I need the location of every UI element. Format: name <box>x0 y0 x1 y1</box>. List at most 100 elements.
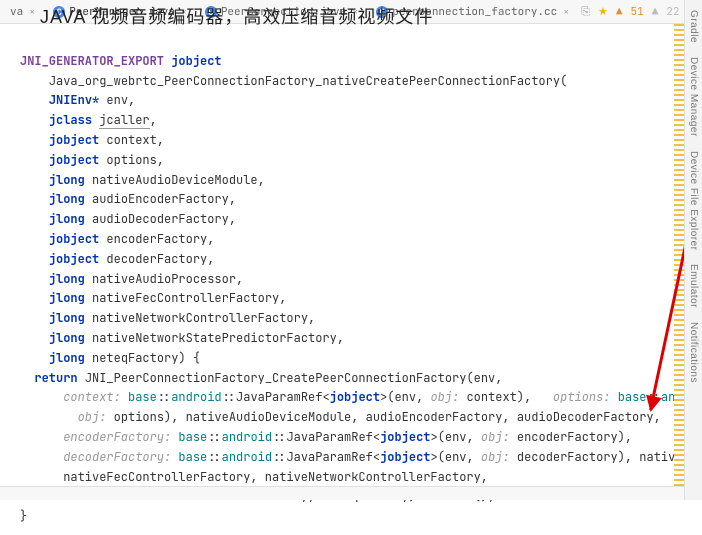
tab-peermanager[interactable]: C PeerManager.java × <box>47 3 193 21</box>
code-token: obj: <box>430 389 459 405</box>
panel-emulator[interactable]: Emulator <box>686 258 701 314</box>
code-token: nativeAudioDeviceModule <box>92 172 258 188</box>
code-token: nativeFecControllerFactory <box>92 290 279 306</box>
star-icon[interactable]: ★ <box>598 5 608 19</box>
code-token: >(env, <box>380 389 430 405</box>
code-token: return <box>34 370 77 386</box>
class-icon: C <box>53 6 65 18</box>
code-token: base <box>178 429 207 445</box>
code-token: nativeAudioProcessor <box>92 271 236 287</box>
code-token: jobject <box>171 53 221 69</box>
code-token: decoderFactory: <box>63 449 171 465</box>
code-token: >(env, <box>430 449 480 465</box>
code-token: jlong <box>49 271 85 287</box>
code-token: nativeFecControllerFactory, nativeNetwor… <box>63 469 488 485</box>
info-count[interactable]: 22 <box>666 5 679 19</box>
code-token: ::JavaParamRef< <box>272 449 380 465</box>
code-token: , <box>279 290 286 306</box>
code-token: obj: <box>481 429 510 445</box>
code-token: jlong <box>49 172 85 188</box>
code-editor[interactable]: JNI_GENERATOR_EXPORT jobject Java_org_we… <box>0 24 702 535</box>
code-token: >(env, <box>430 429 480 445</box>
code-token: jlong <box>49 330 85 346</box>
warn-count[interactable]: 51 <box>631 5 644 19</box>
code-token: ::JavaParamRef< <box>222 389 330 405</box>
close-icon[interactable]: × <box>563 5 569 18</box>
code-token: nativeNetworkControllerFactory <box>92 310 308 326</box>
panel-device-manager[interactable]: Device Manager <box>686 51 701 143</box>
code-token: audioDecoderFactory <box>92 211 229 227</box>
code-token: jcaller <box>99 112 149 129</box>
code-token: base <box>618 389 647 405</box>
status-bar <box>0 486 684 500</box>
code-token: ( <box>560 73 567 89</box>
code-token: obj: <box>481 449 510 465</box>
code-token: Java_org_webrtc_PeerConnectionFactory_na… <box>49 73 560 89</box>
code-token: JNIEnv* <box>49 92 99 108</box>
code-token: obj: <box>78 409 107 425</box>
code-token: jobject <box>49 152 99 168</box>
code-token: ::JavaParamRef< <box>272 429 380 445</box>
code-token: , <box>128 92 135 108</box>
code-token: , <box>207 251 214 267</box>
code-token: jobject <box>380 429 430 445</box>
tab-va[interactable]: va × <box>4 3 41 21</box>
code-token: , <box>236 271 243 287</box>
code-token: audioEncoderFactory <box>92 191 229 207</box>
panel-device-file-explorer[interactable]: Device File Explorer <box>686 145 701 256</box>
code-token: android <box>222 429 272 445</box>
code-token: JNI_GENERATOR_EXPORT <box>20 53 164 69</box>
close-icon[interactable]: × <box>352 5 358 18</box>
code-token: android <box>171 389 221 405</box>
tab-bar: va × C PeerManager.java × C PeerConnection.j… <box>0 0 702 24</box>
tab-factory-cc[interactable]: Cpeerconnection_factory.cc × <box>370 3 575 21</box>
code-token: , <box>229 191 236 207</box>
code-token: nativeNetworkStatePredictorFactory <box>92 330 337 346</box>
tab-label: peerconnection_factory.cc <box>392 5 557 19</box>
panel-notifications[interactable]: Notifications <box>686 316 701 389</box>
code-token: jlong <box>49 191 85 207</box>
reader-icon[interactable]: ⎘ <box>581 5 590 19</box>
marker-stripe[interactable] <box>674 24 684 500</box>
code-token: jobject <box>49 132 99 148</box>
code-token: neteqFactory <box>92 350 178 366</box>
tab-peerconnection[interactable]: C PeerConnection.java × <box>199 3 364 21</box>
tab-label: PeerConnection.java <box>221 5 346 19</box>
tab-label: va <box>10 5 23 19</box>
panel-gradle[interactable]: Gradle <box>686 4 701 49</box>
class-icon: C <box>205 6 217 18</box>
code-token: env <box>106 92 128 108</box>
code-token: jlong <box>49 350 85 366</box>
right-tool-panel: Gradle Device Manager Device File Explor… <box>684 0 702 500</box>
code-token: base <box>178 449 207 465</box>
code-token: , <box>258 172 265 188</box>
code-token: options: <box>553 389 611 405</box>
code-token: jobject <box>49 231 99 247</box>
code-token: encoderFactory <box>106 231 207 247</box>
code-token: context: <box>63 389 121 405</box>
code-token: options <box>106 152 156 168</box>
code-token: jlong <box>49 211 85 227</box>
code-token: JNI_PeerConnectionFactory_CreatePeerConn… <box>85 370 467 386</box>
code-token: jobject <box>380 449 430 465</box>
code-token: encoderFactory), <box>510 429 632 445</box>
code-token: context), <box>459 389 553 405</box>
tab-label: PeerManager.java <box>69 5 175 19</box>
code-token: android <box>222 449 272 465</box>
code-token: jobject <box>330 389 380 405</box>
close-icon[interactable]: × <box>181 5 187 18</box>
code-token: , <box>157 132 164 148</box>
code-token: , <box>337 330 344 346</box>
close-icon[interactable]: × <box>29 5 35 18</box>
warn-icon: ▲ <box>616 5 623 19</box>
code-token: base <box>128 389 157 405</box>
code-token: (env, <box>466 370 502 386</box>
code-token: , <box>229 211 236 227</box>
code-token: , <box>157 152 164 168</box>
code-token: options), nativeAudioDeviceModule, audio… <box>106 409 660 425</box>
code-token: } <box>20 508 27 524</box>
class-icon: C <box>376 6 388 18</box>
code-token: , <box>308 310 315 326</box>
code-token: jobject <box>49 251 99 267</box>
code-token: ) { <box>178 350 200 366</box>
